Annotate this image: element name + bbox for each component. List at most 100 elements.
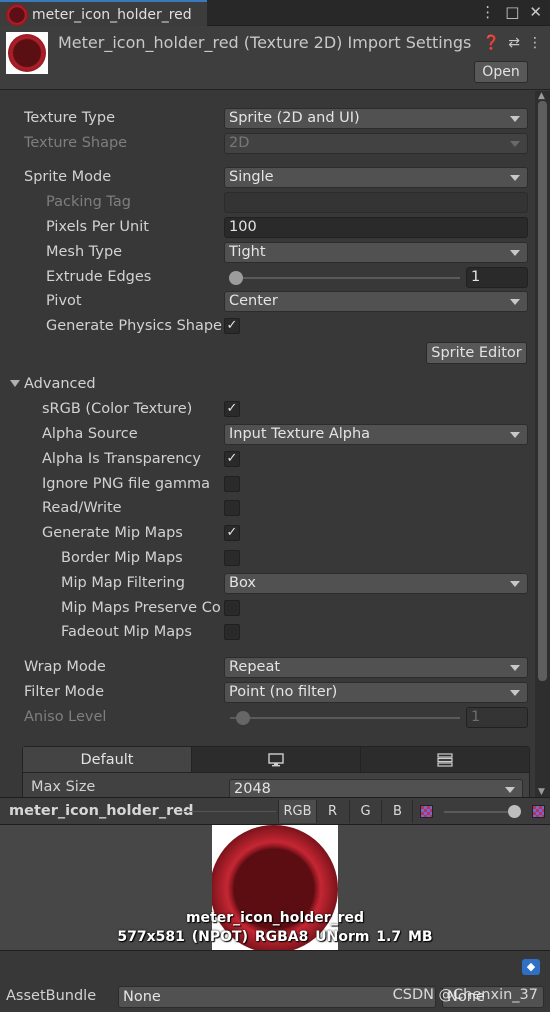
- platform-settings: Max Size 2048: [22, 773, 530, 797]
- mip-maps-preserve-coverage-checkbox[interactable]: [224, 600, 240, 616]
- sprite-editor-button[interactable]: Sprite Editor: [426, 342, 527, 364]
- wrap-mode-dropdown[interactable]: Repeat: [224, 657, 528, 678]
- scroll-up-icon[interactable]: ▲: [538, 91, 545, 101]
- aniso-level-row: Aniso Level 1: [0, 707, 535, 729]
- mip-level-slider-track[interactable]: [444, 811, 516, 813]
- open-button[interactable]: Open: [474, 61, 528, 83]
- maximize-icon[interactable]: □: [505, 3, 519, 21]
- generate-mip-maps-label: Generate Mip Maps: [42, 525, 183, 541]
- alpha-source-dropdown[interactable]: Input Texture Alpha: [224, 424, 528, 445]
- inspector-header: Meter_icon_holder_red (Texture 2D) Impor…: [0, 26, 550, 90]
- channel-g-button[interactable]: G: [349, 800, 381, 823]
- extrude-edges-field[interactable]: 1: [466, 267, 528, 288]
- aniso-level-field: 1: [466, 707, 528, 728]
- read-write-checkbox[interactable]: [224, 500, 240, 516]
- tab-server[interactable]: [361, 747, 529, 772]
- preview-resize-handle[interactable]: [184, 811, 276, 812]
- sprite-mode-dropdown[interactable]: Single: [224, 167, 528, 188]
- tab-actions: ⋮ □ ✕: [480, 3, 542, 21]
- pixels-per-unit-row: Pixels Per Unit 100: [0, 217, 535, 239]
- extrude-edges-slider-track[interactable]: [230, 277, 460, 279]
- close-icon[interactable]: ✕: [529, 3, 542, 21]
- ignore-png-gamma-row: Ignore PNG file gamma: [0, 474, 535, 496]
- alpha-is-transparency-checkbox[interactable]: ✓: [224, 451, 240, 467]
- border-mip-maps-row: Border Mip Maps: [0, 548, 535, 570]
- mip-checker-icon: [531, 805, 545, 818]
- preview-image-info: 577x581 (NPOT) RGBA8 UNorm 1.7 MB: [117, 929, 433, 945]
- inspector-tab[interactable]: meter_icon_holder_red: [0, 0, 207, 27]
- srgb-checkbox[interactable]: ✓: [224, 401, 240, 417]
- packing-tag-row: Packing Tag: [0, 192, 535, 214]
- read-write-row: Read/Write: [0, 498, 535, 520]
- alpha-checker-icon: [420, 805, 433, 818]
- max-size-dropdown[interactable]: 2048: [229, 779, 523, 797]
- alpha-toggle-button[interactable]: [412, 800, 440, 823]
- help-icon[interactable]: ❓: [483, 35, 500, 51]
- texture-type-dropdown[interactable]: Sprite (2D and UI): [224, 108, 528, 129]
- monitor-icon: [268, 752, 284, 766]
- scroll-thumb[interactable]: [538, 101, 547, 681]
- extrude-edges-row: Extrude Edges 1: [0, 267, 535, 289]
- mesh-type-dropdown[interactable]: Tight: [224, 242, 528, 263]
- server-icon: [437, 752, 453, 767]
- generate-physics-shape-row: Generate Physics Shape ✓: [0, 316, 535, 338]
- filter-mode-dropdown[interactable]: Point (no filter): [224, 682, 528, 703]
- pivot-row: Pivot Center: [0, 291, 535, 313]
- fadeout-mip-maps-row: Fadeout Mip Maps: [0, 622, 535, 644]
- texture-shape-row: Texture Shape 2D: [0, 133, 535, 155]
- packing-tag-label: Packing Tag: [46, 194, 131, 210]
- header-icons: ❓ ⇄ ⋮: [483, 35, 542, 51]
- tab-label: meter_icon_holder_red: [32, 6, 192, 23]
- preview-toolbar: meter_icon_holder_red RGB R G B: [0, 797, 550, 825]
- mip-map-filtering-dropdown[interactable]: Box: [224, 573, 528, 594]
- tab-standalone[interactable]: [192, 747, 361, 772]
- labels-bar: ◆: [0, 950, 550, 982]
- packing-tag-field: [224, 192, 528, 213]
- platform-tabs: Default: [22, 746, 530, 773]
- border-mip-maps-checkbox[interactable]: [224, 550, 240, 566]
- wrap-mode-label: Wrap Mode: [24, 659, 106, 675]
- extrude-edges-slider-handle[interactable]: [229, 271, 243, 285]
- generate-mip-maps-checkbox[interactable]: ✓: [224, 525, 240, 541]
- texture-preview: meter_icon_holder_red 577x581 (NPOT) RGB…: [0, 825, 550, 950]
- mesh-type-row: Mesh Type Tight: [0, 242, 535, 264]
- preview-image-name: meter_icon_holder_red: [185, 910, 365, 926]
- border-mip-maps-label: Border Mip Maps: [61, 550, 183, 566]
- pixels-per-unit-field[interactable]: 100: [224, 217, 528, 238]
- preview-title: meter_icon_holder_red: [9, 803, 194, 819]
- wrap-mode-row: Wrap Mode Repeat: [0, 657, 535, 679]
- label-tag-icon[interactable]: ◆: [522, 959, 540, 975]
- generate-physics-shape-checkbox[interactable]: ✓: [224, 318, 240, 334]
- channel-rgb-button[interactable]: RGB: [278, 800, 316, 823]
- pivot-dropdown[interactable]: Center: [224, 291, 528, 312]
- scroll-down-icon[interactable]: ▼: [538, 787, 545, 797]
- mip-map-filtering-label: Mip Map Filtering: [61, 575, 185, 591]
- more-vert-icon[interactable]: ⋮: [528, 35, 542, 51]
- channel-r-button[interactable]: R: [316, 800, 348, 823]
- texture-shape-label: Texture Shape: [24, 135, 128, 151]
- more-vert-icon[interactable]: ⋮: [480, 3, 495, 21]
- mip-level-slider-handle[interactable]: [508, 805, 521, 818]
- advanced-foldout[interactable]: Advanced: [0, 374, 535, 396]
- srgb-row: sRGB (Color Texture) ✓: [0, 399, 535, 421]
- mip-checker-button[interactable]: [528, 800, 548, 823]
- texture-shape-dropdown: 2D: [224, 133, 528, 154]
- pixels-per-unit-label: Pixels Per Unit: [46, 219, 149, 235]
- preset-icon[interactable]: ⇄: [508, 35, 520, 51]
- texture-thumbnail: [6, 32, 48, 74]
- inspector-scrollbar[interactable]: ▲ ▼: [535, 91, 550, 797]
- page-title: Meter_icon_holder_red (Texture 2D) Impor…: [58, 33, 472, 52]
- channel-b-button[interactable]: B: [381, 800, 413, 823]
- advanced-label: Advanced: [24, 376, 96, 392]
- alpha-is-transparency-row: Alpha Is Transparency ✓: [0, 449, 535, 471]
- ignore-png-gamma-checkbox[interactable]: [224, 476, 240, 492]
- mip-maps-preserve-coverage-row: Mip Maps Preserve Co: [0, 598, 535, 620]
- asset-bundle-name-dropdown[interactable]: None: [118, 986, 436, 1008]
- sprite-mode-label: Sprite Mode: [24, 169, 112, 185]
- tab-default[interactable]: Default: [23, 747, 192, 772]
- asset-bundle-label: AssetBundle: [6, 988, 97, 1004]
- fadeout-mip-maps-checkbox[interactable]: [224, 624, 240, 640]
- import-settings-panel: Texture Type Sprite (2D and UI) Texture …: [0, 91, 535, 797]
- max-size-label: Max Size: [31, 779, 96, 795]
- watermark: CSDN @Chenxin_37: [392, 987, 538, 1003]
